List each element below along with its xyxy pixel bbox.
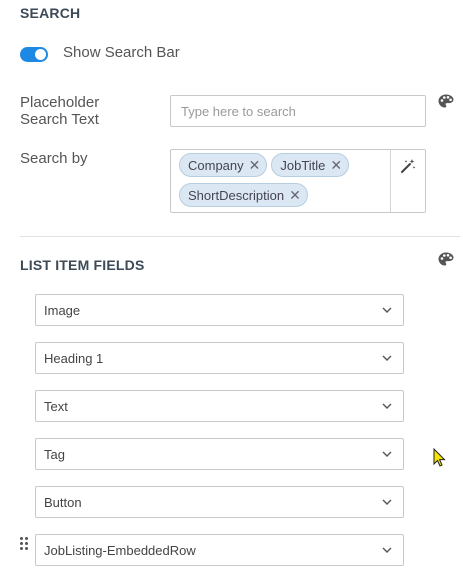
list-item-fields-title: LIST ITEM FIELDS — [20, 257, 145, 273]
tag-label: Company — [188, 157, 244, 173]
field-select-label: Image — [44, 302, 81, 318]
field-select-joblisting-embeddedrow[interactable]: JobListing-EmbeddedRow — [35, 534, 404, 566]
chevron-down-icon — [382, 451, 392, 457]
field-select-tag[interactable]: Tag — [35, 438, 404, 470]
mouse-pointer-icon — [433, 448, 446, 467]
placeholder-text-field[interactable] — [170, 95, 426, 127]
chevron-down-icon — [382, 307, 392, 313]
search-by-tags: Company ✕ JobTitle ✕ ShortDescription ✕ — [171, 150, 390, 212]
chevron-down-icon — [382, 355, 392, 361]
magic-wand-button[interactable] — [390, 150, 425, 212]
show-search-bar-toggle[interactable] — [20, 47, 48, 62]
search-section-title: SEARCH — [20, 5, 81, 21]
search-by-tag: JobTitle ✕ — [271, 153, 350, 177]
drag-handle-icon[interactable] — [20, 537, 28, 550]
close-icon[interactable]: ✕ — [289, 188, 301, 202]
chevron-down-icon — [382, 499, 392, 505]
show-search-bar-label: Show Search Bar — [63, 44, 180, 61]
field-select-button[interactable]: Button — [35, 486, 404, 518]
close-icon[interactable]: ✕ — [249, 158, 261, 172]
field-select-label: Tag — [44, 446, 65, 462]
magic-wand-icon — [401, 159, 416, 173]
tag-label: JobTitle — [280, 157, 326, 173]
field-select-label: JobListing-EmbeddedRow — [44, 542, 196, 558]
toggle-knob — [35, 49, 46, 60]
field-select-text[interactable]: Text — [35, 390, 404, 422]
field-select-label: Button — [44, 494, 82, 510]
field-select-heading-1[interactable]: Heading 1 — [35, 342, 404, 374]
chevron-down-icon — [382, 547, 392, 553]
search-by-tag: ShortDescription ✕ — [179, 183, 308, 207]
placeholder-label-line1: Placeholder — [20, 94, 100, 111]
palette-icon[interactable] — [438, 94, 454, 108]
section-divider — [20, 236, 460, 237]
search-by-tag: Company ✕ — [179, 153, 268, 177]
palette-icon[interactable] — [438, 252, 454, 266]
placeholder-label-line2: Search Text — [20, 111, 99, 128]
field-select-label: Text — [44, 398, 68, 414]
close-icon[interactable]: ✕ — [330, 158, 342, 172]
search-by-label: Search by — [20, 150, 88, 167]
placeholder-text-input[interactable] — [171, 96, 425, 126]
search-by-field[interactable]: Company ✕ JobTitle ✕ ShortDescription ✕ — [170, 149, 426, 213]
field-select-label: Heading 1 — [44, 350, 104, 366]
tag-label: ShortDescription — [188, 187, 285, 203]
chevron-down-icon — [382, 403, 392, 409]
field-select-image[interactable]: Image — [35, 294, 404, 326]
